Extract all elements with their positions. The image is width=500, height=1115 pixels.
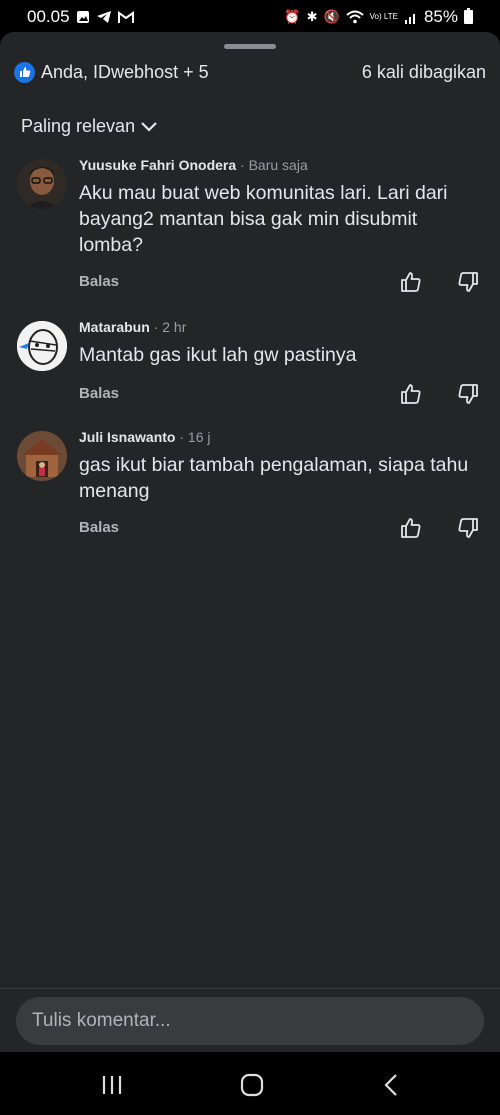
comment-time: · 16 j xyxy=(179,429,211,445)
battery-icon xyxy=(464,8,473,24)
chevron-down-icon xyxy=(141,121,157,132)
reaction-names[interactable]: Anda, IDwebhost + 5 xyxy=(41,62,362,83)
lte-label: Vo) LTE xyxy=(369,12,398,21)
thumbs-up-icon[interactable] xyxy=(399,270,423,294)
comment-author[interactable]: Matarabun xyxy=(79,319,150,335)
comment-meta: Matarabun · 2 hr xyxy=(79,318,479,336)
comment-actions: Balas xyxy=(79,382,479,408)
mute-icon: 🔇 xyxy=(323,9,340,24)
recent-apps-icon[interactable] xyxy=(97,1070,127,1100)
comment-actions: Balas xyxy=(79,270,479,296)
thumbs-up-icon[interactable] xyxy=(399,382,423,406)
comment-time: · 2 hr xyxy=(153,319,187,335)
bluetooth-icon: ✱ xyxy=(306,9,318,24)
back-icon[interactable] xyxy=(377,1070,407,1100)
gallery-icon xyxy=(76,11,89,23)
comment-meta: Yuusuke Fahri Onodera · Baru saja xyxy=(79,156,479,174)
drag-handle[interactable] xyxy=(224,44,276,49)
gmail-icon xyxy=(117,10,134,23)
system-nav-bar xyxy=(0,1052,500,1115)
comment-meta: Juli Isnawanto · 16 j xyxy=(79,428,479,446)
like-reaction-icon xyxy=(14,61,35,83)
reply-button[interactable]: Balas xyxy=(79,519,119,536)
comment-body[interactable]: Matarabun · 2 hr Mantab gas ikut lah gw … xyxy=(79,318,479,368)
status-bar: 00.05 ⏰ ✱ 🔇 Vo) LTE 85% xyxy=(0,0,500,32)
avatar[interactable] xyxy=(17,321,67,371)
comment-actions: Balas xyxy=(79,516,479,542)
wifi-icon xyxy=(345,10,364,24)
reactions-row[interactable]: Anda, IDwebhost + 5 6 kali dibagikan xyxy=(14,60,486,84)
status-left: 00.05 xyxy=(27,7,134,27)
share-count[interactable]: 6 kali dibagikan xyxy=(362,62,486,83)
thumbs-down-icon[interactable] xyxy=(456,270,480,294)
sort-label: Paling relevan xyxy=(21,116,136,136)
reply-button[interactable]: Balas xyxy=(79,385,119,402)
alarm-icon: ⏰ xyxy=(284,9,301,24)
comments-sheet: Anda, IDwebhost + 5 6 kali dibagikan Pal… xyxy=(0,32,500,1052)
thumbs-down-icon[interactable] xyxy=(456,516,480,540)
thumbs-down-icon[interactable] xyxy=(456,382,480,406)
clock: 00.05 xyxy=(27,7,70,26)
reply-button[interactable]: Balas xyxy=(79,273,119,290)
comment-body[interactable]: Yuusuke Fahri Onodera · Baru saja Aku ma… xyxy=(79,156,479,258)
sort-dropdown[interactable]: Paling relevan xyxy=(21,116,157,137)
comment-text: gas ikut biar tambah pengalaman, siapa t… xyxy=(79,454,469,502)
comment-time: · Baru saja xyxy=(240,157,308,173)
avatar[interactable] xyxy=(17,159,67,209)
comment-input[interactable]: Tulis komentar... xyxy=(16,997,484,1045)
thumbs-up-icon[interactable] xyxy=(399,516,423,540)
comment-text: Aku mau buat web komunitas lari. Lari da… xyxy=(79,182,448,256)
comment-text: Mantab gas ikut lah gw pastinya xyxy=(79,344,357,366)
telegram-icon xyxy=(96,11,111,23)
avatar[interactable] xyxy=(17,431,67,481)
status-right: ⏰ ✱ 🔇 Vo) LTE 85% xyxy=(284,7,473,27)
home-icon[interactable] xyxy=(237,1070,267,1100)
battery-percent: 85% xyxy=(423,7,458,26)
comment-body[interactable]: Juli Isnawanto · 16 j gas ikut biar tamb… xyxy=(79,428,479,504)
signal-icon xyxy=(404,13,415,24)
comment-author[interactable]: Juli Isnawanto xyxy=(79,429,175,445)
comment-composer: Tulis komentar... xyxy=(0,988,500,1053)
comment-author[interactable]: Yuusuke Fahri Onodera xyxy=(79,157,236,173)
